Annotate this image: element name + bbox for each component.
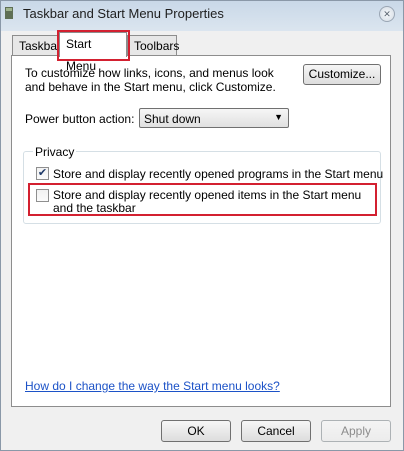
power-button-value: Shut down — [144, 112, 201, 126]
tab-toolbars[interactable]: Toolbars — [127, 35, 179, 55]
power-button-select[interactable]: Shut down ▼ — [139, 108, 289, 128]
recent-items-checkbox[interactable] — [36, 189, 49, 202]
tab-start-menu[interactable]: Start Menu — [59, 32, 127, 73]
recent-programs-checkbox[interactable]: ✔ — [36, 167, 49, 180]
taskbar-window-icon — [5, 7, 13, 19]
recent-items-label[interactable]: Store and display recently opened items … — [53, 189, 375, 215]
help-link[interactable]: How do I change the way the Start menu l… — [25, 379, 280, 393]
close-button[interactable]: ✕ — [379, 6, 395, 22]
checkmark-icon: ✔ — [37, 167, 48, 179]
dropdown-arrow-icon: ▼ — [274, 112, 283, 122]
tab-taskbar[interactable]: Taskbar — [12, 35, 61, 55]
apply-button[interactable]: Apply — [321, 420, 391, 442]
window-title: Taskbar and Start Menu Properties — [23, 6, 224, 21]
close-icon: ✕ — [383, 9, 391, 19]
recent-programs-label[interactable]: Store and display recently opened progra… — [53, 167, 383, 181]
customize-button[interactable]: Customize... — [303, 64, 381, 85]
privacy-group-title: Privacy — [33, 145, 77, 159]
cancel-button[interactable]: Cancel — [241, 420, 311, 442]
title-bar[interactable]: Taskbar and Start Menu Properties ✕ — [1, 1, 403, 29]
ok-button[interactable]: OK — [161, 420, 231, 442]
power-button-label: Power button action: — [25, 112, 135, 126]
properties-dialog: Taskbar and Start Menu Properties ✕ Task… — [0, 0, 404, 451]
